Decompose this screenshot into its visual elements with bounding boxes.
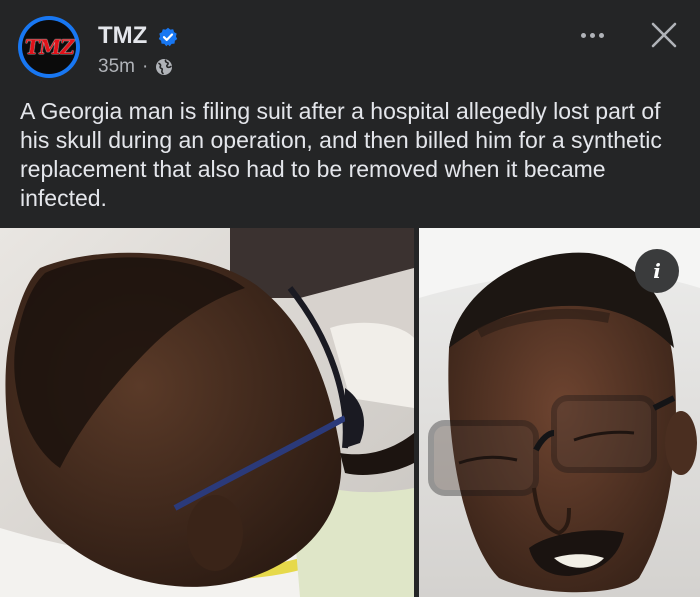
page-name[interactable]: TMZ xyxy=(98,22,147,50)
more-dot xyxy=(580,32,586,38)
info-icon[interactable]: i xyxy=(635,249,679,293)
post-photos: i xyxy=(0,228,700,597)
post-caption: A Georgia man is filing suit after a hos… xyxy=(20,98,662,211)
post-header: TMZ TMZ 35m · xyxy=(0,0,700,90)
more-dot xyxy=(598,32,604,38)
facebook-post: TMZ TMZ 35m · A Georgia man is filing su… xyxy=(0,0,700,597)
post-timestamp[interactable]: 35m xyxy=(98,56,135,78)
meta-separator: · xyxy=(141,56,149,77)
page-avatar[interactable]: TMZ xyxy=(18,16,80,78)
avatar-logo-circle: TMZ xyxy=(22,20,76,74)
close-icon[interactable] xyxy=(646,17,682,53)
more-options-icon[interactable] xyxy=(572,20,612,50)
verified-badge-icon xyxy=(158,27,178,47)
post-meta: 35m · xyxy=(98,56,173,78)
left-photo-image xyxy=(0,228,414,597)
globe-icon[interactable] xyxy=(155,58,173,76)
more-dot xyxy=(589,32,595,38)
left-photo[interactable] xyxy=(0,228,414,597)
tmz-logo: TMZ xyxy=(23,35,75,59)
